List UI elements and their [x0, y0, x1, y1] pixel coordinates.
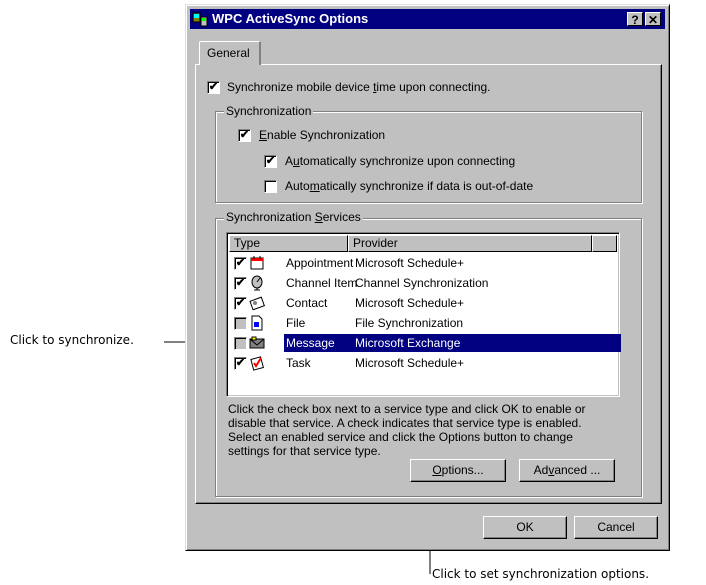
service-type: Message — [284, 336, 337, 350]
list-item-selected[interactable]: Message Microsoft Exchange — [229, 333, 621, 353]
contact-card-icon — [249, 296, 265, 311]
ok-button[interactable]: OK — [483, 516, 567, 539]
help-line: Select an enabled service and click the … — [228, 430, 573, 444]
help-line: disable that service. A check indicates … — [228, 416, 582, 430]
sync-time-label: Synchronize mobile device time upon conn… — [227, 80, 491, 94]
file-icon — [251, 315, 263, 331]
list-item[interactable]: File File Synchronization — [229, 313, 617, 333]
service-checkbox[interactable]: ✔ — [234, 357, 247, 370]
service-checkbox[interactable]: ✔ — [234, 257, 247, 270]
service-checkbox[interactable] — [234, 317, 247, 330]
service-provider: Microsoft Exchange — [355, 336, 461, 350]
auto-sync-connect-checkbox[interactable]: ✔ — [264, 155, 277, 168]
calendar-icon — [250, 256, 264, 270]
service-provider: Channel Synchronization — [355, 276, 489, 290]
service-checkbox[interactable]: ✔ — [234, 297, 247, 310]
auto-sync-connect-label: Automatically synchronize upon connectin… — [285, 154, 516, 168]
service-type: Task — [286, 356, 311, 370]
enable-sync-label: Enable Synchronization — [259, 128, 386, 142]
auto-sync-outofdate-label: Automatically synchronize if data is out… — [285, 179, 534, 193]
mail-icon — [249, 336, 265, 349]
services-list[interactable]: Type Provider ✔ Appointment Microsoft Sc… — [226, 232, 621, 397]
advanced-button[interactable]: Advanced ... — [519, 459, 615, 482]
service-type: Channel Item — [286, 276, 358, 290]
auto-sync-outofdate-checkbox[interactable] — [264, 180, 277, 193]
service-checkbox[interactable] — [234, 337, 247, 350]
close-button[interactable]: ✕ — [645, 12, 661, 27]
options-button[interactable]: Options... — [410, 459, 506, 482]
window-title: WPC ActiveSync Options — [212, 11, 369, 26]
column-header-type[interactable]: Type — [229, 235, 348, 252]
tab-general-label: General — [207, 46, 250, 60]
task-icon — [250, 356, 264, 371]
callout-click-to-synchronize: Click to synchronize. — [10, 333, 134, 347]
list-item[interactable]: ✔ Channel Item Channel Synchronization — [229, 273, 617, 293]
service-type: Contact — [286, 296, 328, 310]
service-provider: Microsoft Schedule+ — [355, 296, 465, 310]
service-provider: Microsoft Schedule+ — [355, 256, 465, 270]
list-item[interactable]: ✔ Contact Microsoft Schedule+ — [229, 293, 617, 313]
activesync-options-dialog: WPC ActiveSync Options ? ✕ General ✔ Syn… — [185, 4, 670, 551]
column-header-provider[interactable]: Provider — [348, 235, 592, 252]
list-item[interactable]: ✔ Task Microsoft Schedule+ — [229, 353, 617, 373]
cancel-button[interactable]: Cancel — [574, 516, 658, 539]
list-item[interactable]: ✔ Appointment Microsoft Schedule+ — [229, 253, 617, 273]
service-checkbox[interactable]: ✔ — [234, 277, 247, 290]
services-help-text: Click the check box next to a service ty… — [228, 402, 586, 458]
column-header-empty[interactable] — [592, 235, 617, 252]
help-button[interactable]: ? — [627, 12, 643, 27]
enable-sync-checkbox[interactable]: ✔ — [238, 129, 251, 142]
service-type: Appointment — [286, 256, 354, 270]
sync-services-legend: Synchronization Services — [224, 210, 363, 224]
tab-general[interactable]: General — [199, 41, 261, 65]
service-type: File — [286, 316, 306, 330]
app-icon — [192, 12, 208, 27]
help-line: settings for that service type. — [228, 444, 381, 458]
service-provider: Microsoft Schedule+ — [355, 356, 465, 370]
help-line: Click the check box next to a service ty… — [228, 402, 586, 416]
sync-time-checkbox[interactable]: ✔ — [207, 81, 220, 94]
satellite-dish-icon — [251, 275, 263, 291]
service-provider: File Synchronization — [355, 316, 464, 330]
synchronization-legend: Synchronization — [224, 104, 314, 118]
title-bar[interactable]: WPC ActiveSync Options ? ✕ — [190, 9, 665, 29]
callout-click-to-set-options: Click to set synchronization options. — [432, 567, 650, 581]
